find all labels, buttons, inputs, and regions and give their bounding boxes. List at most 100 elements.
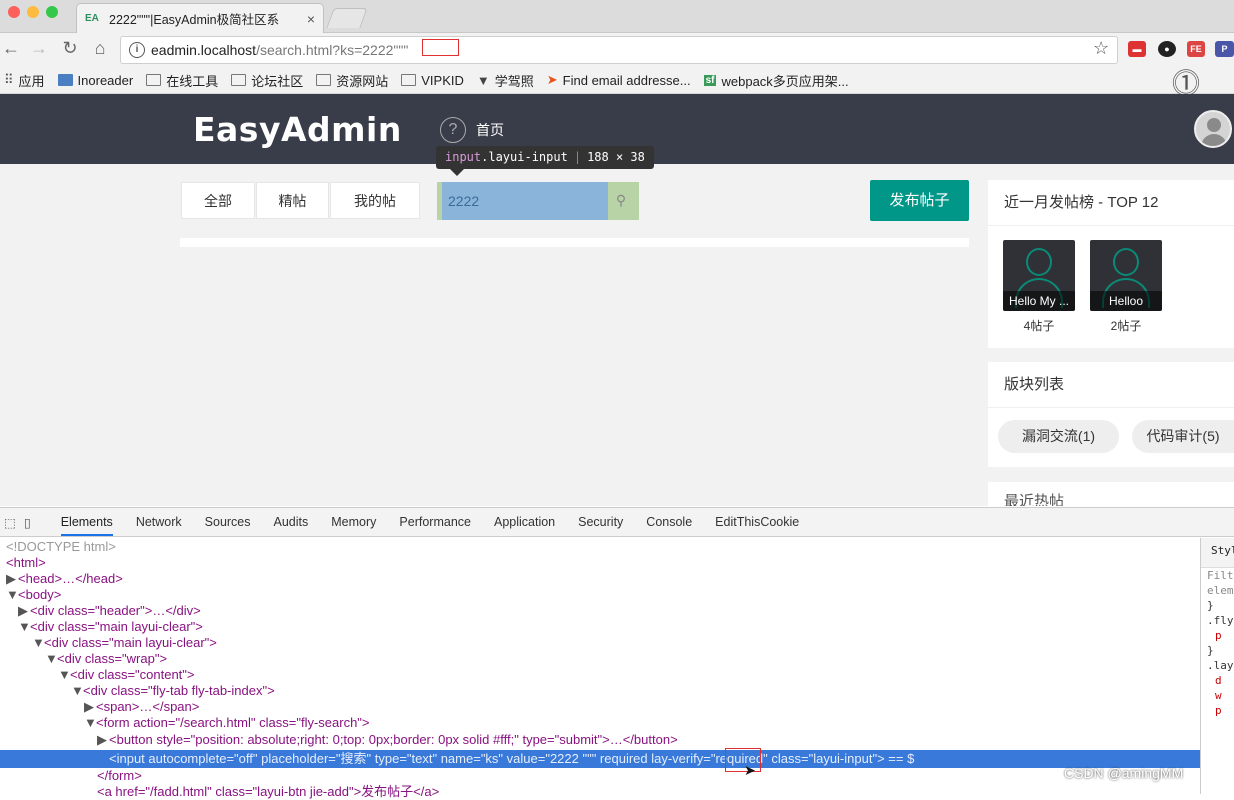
publish-post-button[interactable]: 发布帖子 <box>870 180 969 221</box>
collapse-triangle-icon[interactable]: ▼ <box>58 667 71 683</box>
expand-triangle-icon[interactable]: ▶ <box>18 603 30 619</box>
bookmark-find-email[interactable]: ➤ Find email addresse... <box>547 72 691 88</box>
bookmark-label: 在线工具 <box>166 73 219 89</box>
site-info-icon[interactable]: i <box>129 42 145 58</box>
zoom-window-button[interactable] <box>46 6 58 18</box>
expand-triangle-icon[interactable]: ▶ <box>84 699 96 715</box>
browser-tab-active[interactable]: EA 2222"""|EasyAdmin极简社区系 × <box>76 3 324 33</box>
bookmark-inoreader[interactable]: Inoreader <box>57 72 134 88</box>
styles-line: .fly <box>1207 614 1234 627</box>
search-icon[interactable]: ⚲ <box>608 183 634 218</box>
home-icon[interactable]: ⌂ <box>89 38 111 59</box>
bookmark-label: webpack多页应用架... <box>721 73 849 89</box>
folder-icon <box>146 74 162 86</box>
dom-node[interactable]: ▼<div class="main layui-clear"> <box>32 635 217 651</box>
folder-icon <box>401 74 417 86</box>
user-avatar[interactable] <box>1194 110 1232 148</box>
devtools-tab-network[interactable]: Network <box>136 515 182 529</box>
extension-black-icon[interactable]: ● <box>1158 41 1176 57</box>
dom-node[interactable]: ▶ <div class="header">…</div> <box>18 603 201 619</box>
back-arrow-icon[interactable]: ← <box>0 38 22 59</box>
bookmark-folder-resources[interactable]: 资源网站 <box>316 71 388 90</box>
dom-node[interactable]: ▶ <button style="position: absolute;right… <box>97 732 678 748</box>
devtools-tab-security[interactable]: Security <box>578 515 623 529</box>
dom-node[interactable]: ▶ <head>…</head> <box>6 571 123 587</box>
extension-fe-icon[interactable]: FE <box>1187 41 1205 57</box>
collapse-triangle-icon[interactable]: ▼ <box>6 587 19 603</box>
close-window-button[interactable] <box>8 6 20 18</box>
devtools-tab-memory[interactable]: Memory <box>331 515 376 529</box>
dom-node[interactable]: ▼<div class="content"> <box>58 667 195 683</box>
collapse-triangle-icon[interactable]: ▼ <box>84 715 97 731</box>
bookmark-apps[interactable]: ⠿ 应用 <box>4 71 45 90</box>
collapse-triangle-icon[interactable]: ▼ <box>32 635 45 651</box>
forward-arrow-icon[interactable]: → <box>28 38 50 59</box>
bookmark-star-icon[interactable]: ☆ <box>1093 38 1109 59</box>
dom-node[interactable]: ▼<div class="main layui-clear"> <box>18 619 203 635</box>
extension-red-icon[interactable]: ▬ <box>1128 41 1146 57</box>
bookmark-folder-forums[interactable]: 论坛社区 <box>231 71 303 90</box>
tab-all[interactable]: 全部 <box>181 182 255 219</box>
reload-icon[interactable]: ↻ <box>59 38 81 59</box>
inspect-element-icon[interactable]: ⬚ <box>4 515 16 530</box>
watermark-text: CSDN @amingMM <box>1064 765 1184 781</box>
dom-node[interactable]: <!DOCTYPE html> <box>6 539 116 555</box>
expand-triangle-icon[interactable]: ▶ <box>97 732 109 748</box>
top-user-card[interactable]: Helloo 2帖子 <box>1090 240 1162 334</box>
search-input[interactable]: 2222 <box>442 182 608 220</box>
devtools-tab-console[interactable]: Console <box>646 515 692 529</box>
top-user-card[interactable]: Hello My ... 4帖子 <box>1003 240 1075 334</box>
apps-grid-icon: ⠿ <box>4 72 14 87</box>
expand-triangle-icon[interactable]: ▶ <box>6 571 18 587</box>
bookmark-label: 论坛社区 <box>251 73 304 89</box>
tab-my-posts[interactable]: 我的帖 <box>330 182 420 219</box>
nav-home-link[interactable]: ? 首页 <box>440 117 504 143</box>
devtools-tab-performance[interactable]: Performance <box>399 515 471 529</box>
url-path: /search.html?ks=2222""" <box>256 42 409 58</box>
dom-node[interactable]: <a href="/fadd.html" class="layui-btn ji… <box>97 784 439 800</box>
tooltip-arrow <box>450 169 464 176</box>
dom-node[interactable]: ▼<div class="fly-tab fly-tab-index"> <box>71 683 275 699</box>
board-pill[interactable]: 漏洞交流(1) <box>998 420 1119 453</box>
collapse-triangle-icon[interactable]: ▼ <box>45 651 58 667</box>
devtools-tab-sources[interactable]: Sources <box>205 515 251 529</box>
devtools-tab-elements[interactable]: Elements <box>60 515 113 536</box>
dom-node[interactable]: </form> <box>97 768 142 784</box>
board-list-title: 版块列表 <box>988 362 1234 408</box>
bookmark-label: VIPKID <box>421 72 464 88</box>
devtools-tab-application[interactable]: Application <box>494 515 555 529</box>
board-pill[interactable]: 代码审计(5) <box>1132 420 1234 453</box>
styles-line: } <box>1207 644 1214 657</box>
address-bar[interactable]: i eadmin.localhost/search.html?ks=2222""… <box>120 36 1118 64</box>
minimize-window-button[interactable] <box>27 6 39 18</box>
dom-node[interactable]: <html> <box>6 555 46 571</box>
url-highlight-annotation <box>422 39 459 56</box>
bookmark-folder-vipkid[interactable]: VIPKID <box>401 73 464 88</box>
post-list-container <box>180 238 969 247</box>
dom-node[interactable]: ▶ <span>…</span> <box>84 699 199 715</box>
bookmark-webpack[interactable]: sf webpack多页应用架... <box>703 71 849 90</box>
devtools-inspect-tooltip: input.layui-input | 188 × 38 <box>436 146 654 169</box>
dom-node[interactable]: ▼<form action="/search.html" class="fly-… <box>84 715 370 731</box>
bookmarks-bar: ⠿ 应用 Inoreader 在线工具 论坛社区 资源网站 VIPKID ▼ 学驾照… <box>0 67 1234 94</box>
bookmark-label: Inoreader <box>77 72 134 88</box>
help-circle-icon: ? <box>440 117 466 143</box>
collapse-triangle-icon[interactable]: ▼ <box>71 683 84 699</box>
close-tab-icon[interactable]: × <box>307 11 315 27</box>
top-user-name: Hello My ... <box>1003 291 1075 311</box>
dom-node-selected[interactable]: <input autocomplete="off" placeholder="搜… <box>109 751 914 767</box>
dom-node[interactable]: ▼<body> <box>6 587 61 603</box>
styles-line: p <box>1215 629 1222 642</box>
device-toolbar-icon[interactable]: ▯ <box>24 515 31 530</box>
tab-featured[interactable]: 精帖 <box>256 182 329 219</box>
extension-blue-icon[interactable]: P <box>1215 41 1234 57</box>
devtools-tab-audits[interactable]: Audits <box>274 515 309 529</box>
dom-node[interactable]: ▼<div class="wrap"> <box>45 651 167 667</box>
bookmark-folder-tools[interactable]: 在线工具 <box>146 71 218 90</box>
devtools-tab-editthiscookie[interactable]: EditThisCookie <box>715 515 799 529</box>
collapse-triangle-icon[interactable]: ▼ <box>18 619 31 635</box>
bookmark-driving[interactable]: ▼ 学驾照 <box>477 71 534 90</box>
styles-tab[interactable]: Styl <box>1201 538 1234 568</box>
new-tab-button[interactable] <box>326 8 368 28</box>
site-logo[interactable]: EasyAdmin <box>193 110 402 149</box>
